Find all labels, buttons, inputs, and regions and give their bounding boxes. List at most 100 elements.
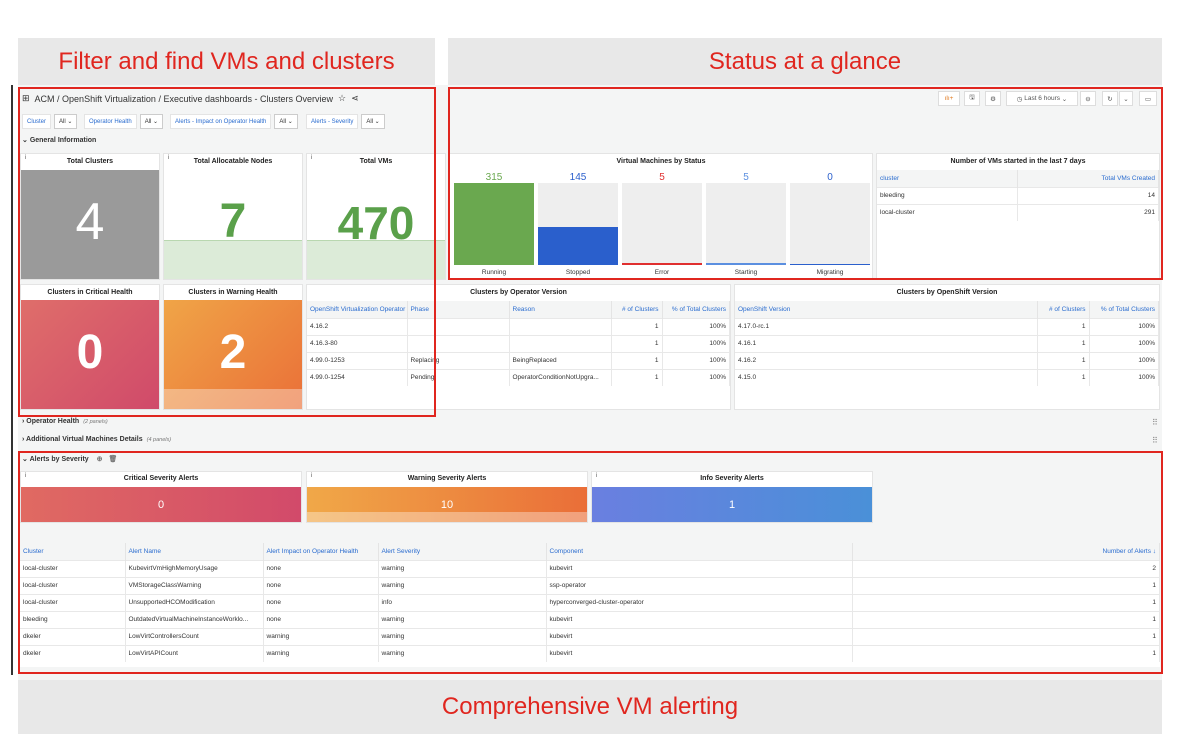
vms-started-table: cluster Total VMs Created bleeding 14 loca… [877,170,1159,221]
section-operator-health[interactable]: › Operator Health (2 panels) [22,418,108,425]
drag-handle-icon[interactable]: ⠿ [1152,418,1158,427]
breadcrumb[interactable]: ACM / OpenShift Virtualization / Executi… [35,94,333,104]
alerts-table: Cluster Alert Name Alert Impact on Operato… [20,543,1160,662]
stat-value: 2 [219,326,247,379]
annotation-alerting: Comprehensive VM alerting [18,680,1162,734]
gear-icon[interactable]: ⚙ [985,91,1001,106]
column-header[interactable]: Alert Name [125,543,264,560]
filter-label: Cluster [22,114,52,129]
section-additional-vm[interactable]: › Additional Virtual Machines Details (4 … [22,436,171,443]
section-general[interactable]: ⌄ General Information [22,136,96,144]
table-cell: UnsupportedHCOModification [125,593,264,611]
column-header[interactable]: # of Clusters [611,301,663,318]
table-cell: Replacing [407,351,510,369]
filter-label: Alerts - Severity [306,114,359,129]
table-cell: 1 [852,576,1160,594]
zoom-out-icon[interactable]: ⊖ [1080,91,1096,106]
settings-icon[interactable]: ⊕ [97,456,103,463]
filter-select[interactable]: All ⌄ [54,114,78,129]
bar-value: 0 [827,172,833,183]
column-header[interactable]: OpenShift Virtualization Operator [307,301,408,318]
table-cell: dkeler [20,644,126,662]
filter-select[interactable]: All ⌄ [274,114,298,129]
table-cell: warning [263,644,379,662]
filter-alert-severity[interactable]: Alerts - Severity All ⌄ [306,114,385,129]
bar-value: 315 [485,172,503,183]
dashboards-grid-icon[interactable]: ⊞ [22,93,30,104]
table-row: bleeding 14 [877,186,1159,204]
star-icon[interactable]: ☆ [338,93,346,104]
stat-value: 0 [157,499,165,511]
stat-allocatable-nodes: i Total Allocatable Nodes 7 [163,153,303,280]
column-header[interactable]: % of Total Clusters [1089,301,1159,318]
filter-select[interactable]: All ⌄ [139,114,164,129]
column-header[interactable]: Reason [509,301,612,318]
status-bar-migrating [790,183,870,265]
info-icon[interactable]: i [311,473,312,479]
table-cell: 1 [1037,351,1090,369]
info-icon[interactable]: i [311,155,312,161]
column-header[interactable]: Cluster [20,543,126,560]
stat-value: 7 [219,195,247,248]
column-header[interactable]: % of Total Clusters [662,301,730,318]
bar-label: Migrating [816,269,844,276]
table-cell: warning [378,644,547,662]
delete-icon[interactable]: 🗑 [109,456,118,463]
info-icon[interactable]: i [25,473,26,479]
table-cell: OperatorConditionNotUpgra... [509,368,612,386]
filter-select[interactable]: All ⌄ [361,114,385,129]
stat-value: 470 [337,197,415,249]
info-icon[interactable]: i [25,155,26,161]
add-panel-button[interactable]: ılı+ [938,91,960,106]
time-range-picker[interactable]: ◷ Last 6 hours ⌄ [1006,91,1078,106]
panel-operator-version: Clusters by Operator Version OpenShift V… [306,284,731,410]
table-cell: kubevirt [546,610,853,628]
table-row: 4.99.0-1254 Pending OperatorConditionNotUp… [307,368,730,386]
table-cell [407,317,510,335]
column-header[interactable]: Total VMs Created [1017,170,1159,187]
bar-fill [622,263,702,265]
panel-title: Clusters in Critical Health [21,285,159,300]
bar-label: Starting [734,269,758,276]
info-icon[interactable]: i [596,473,597,479]
filter-cluster[interactable]: Cluster All ⌄ [22,114,78,129]
panel-title: Number of VMs started in the last 7 days [950,158,1086,165]
table-row: 4.16.3-80 1 100% [307,334,730,352]
column-header[interactable]: cluster [877,170,1019,187]
stat-critical-health: Clusters in Critical Health 0 [20,284,160,410]
column-header[interactable]: # of Clusters [1037,301,1090,318]
bar-label: Running [481,269,507,276]
column-header[interactable]: Alert Impact on Operator Health [263,543,379,560]
stat-total-clusters: i Total Clusters 4 [20,153,160,280]
table-cell: info [378,593,547,611]
filter-operator-health[interactable]: Operator Health All ⌄ [84,114,164,129]
table-cell: 4.17.0-rc.1 [735,317,1038,335]
operator-version-table: OpenShift Virtualization Operator Phase Re… [307,301,730,386]
table-cell: 1 [611,351,663,369]
refresh-icon[interactable]: ↻ [1102,91,1118,106]
table-cell: 4.16.2 [307,317,408,335]
column-header[interactable]: Alert Severity [378,543,547,560]
column-header[interactable]: Number of Alerts ↓ [852,543,1160,560]
filter-alert-impact[interactable]: Alerts - Impact on Operator Health All ⌄ [170,114,298,129]
status-bar-error [622,183,702,265]
table-cell: 1 [611,368,663,386]
openshift-version-table: OpenShift Version # of Clusters% of Total… [735,301,1159,386]
column-header[interactable]: OpenShift Version [735,301,1038,318]
table-cell: 100% [662,351,730,369]
share-icon[interactable]: ⋖ [351,93,359,104]
save-icon[interactable]: 🖫 [964,91,980,106]
status-bar-starting [706,183,786,265]
panel-title: Critical Severity Alerts [21,472,301,487]
info-icon[interactable]: i [168,155,169,161]
column-header[interactable]: Phase [407,301,510,318]
column-header[interactable]: Component [546,543,853,560]
table-cell: 4.16.1 [735,334,1038,352]
stat-info-alerts: i Info Severity Alerts 1 [591,471,873,523]
drag-handle-icon[interactable]: ⠿ [1152,436,1158,445]
panel-title: Warning Severity Alerts [307,472,587,487]
tv-mode-icon[interactable]: ▭ [1139,91,1157,106]
section-alerts[interactable]: ⌄ Alerts by Severity ⊕ 🗑 [22,455,117,463]
refresh-interval-dropdown[interactable]: ⌄ [1119,91,1133,106]
bar-fill [454,183,534,265]
